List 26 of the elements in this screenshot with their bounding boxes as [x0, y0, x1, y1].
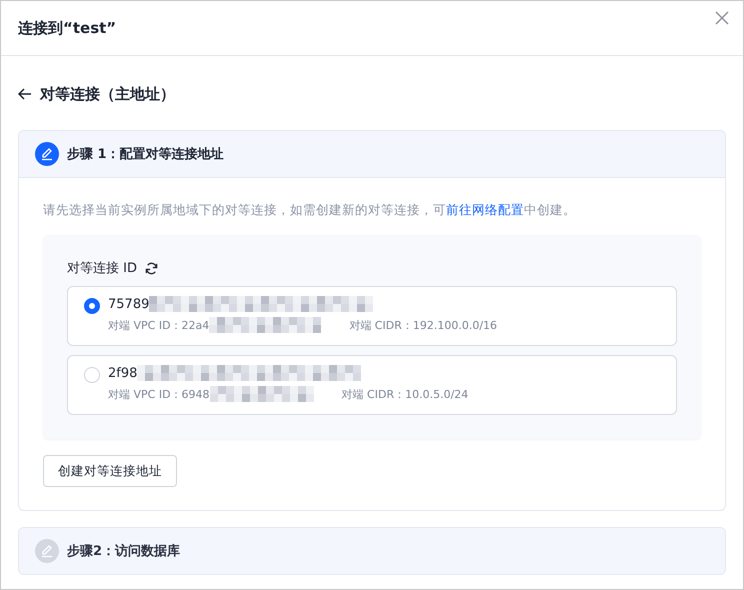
- page-title: 对等连接（主地址）: [40, 84, 175, 104]
- connection-option[interactable]: 75789 对端 VPC ID：22a4 对端 CIDR：192.100.0.0/16: [67, 286, 677, 346]
- network-config-link[interactable]: 前往网络配置: [446, 202, 524, 217]
- connection-option[interactable]: 2f98 对端 VPC ID：6948 对端 CIDR：10.0.5.0/24: [67, 355, 677, 415]
- description-text: 请先选择当前实例所属地域下的对等连接，如需创建新的对等连接，可前往网络配置中创建。: [43, 202, 577, 219]
- vpc-id-value: 22a4: [182, 318, 210, 332]
- cidr-value: 10.0.5.0/24: [405, 388, 468, 400]
- window-title: 连接到“test”: [18, 18, 116, 38]
- back-arrow-icon[interactable]: [18, 88, 32, 100]
- close-icon[interactable]: [715, 11, 729, 25]
- radio-button[interactable]: [84, 298, 100, 314]
- step-title: 步骤2：访问数据库: [67, 542, 180, 560]
- field-label: 对等连接 ID: [67, 260, 137, 277]
- step-title: 步骤 1：配置对等连接地址: [67, 146, 224, 163]
- vpc-id-label: 对端 VPC ID：: [108, 386, 182, 402]
- step-header[interactable]: 步骤2：访问数据库: [19, 528, 725, 574]
- refresh-icon[interactable]: [144, 262, 158, 274]
- cidr-label: 对端 CIDR：: [342, 386, 406, 402]
- connection-id: 2f98: [108, 366, 138, 380]
- cidr-label: 对端 CIDR：: [349, 318, 413, 332]
- connection-id: 75789: [108, 296, 150, 312]
- cidr-value: 192.100.0.0/16: [412, 318, 498, 332]
- create-address-button[interactable]: 创建对等连接地址: [43, 455, 177, 487]
- vpc-id-label: 对端 VPC ID：: [108, 318, 182, 332]
- vpc-id-value: 6948: [182, 388, 210, 400]
- step-header[interactable]: 步骤 1：配置对等连接地址: [19, 131, 725, 178]
